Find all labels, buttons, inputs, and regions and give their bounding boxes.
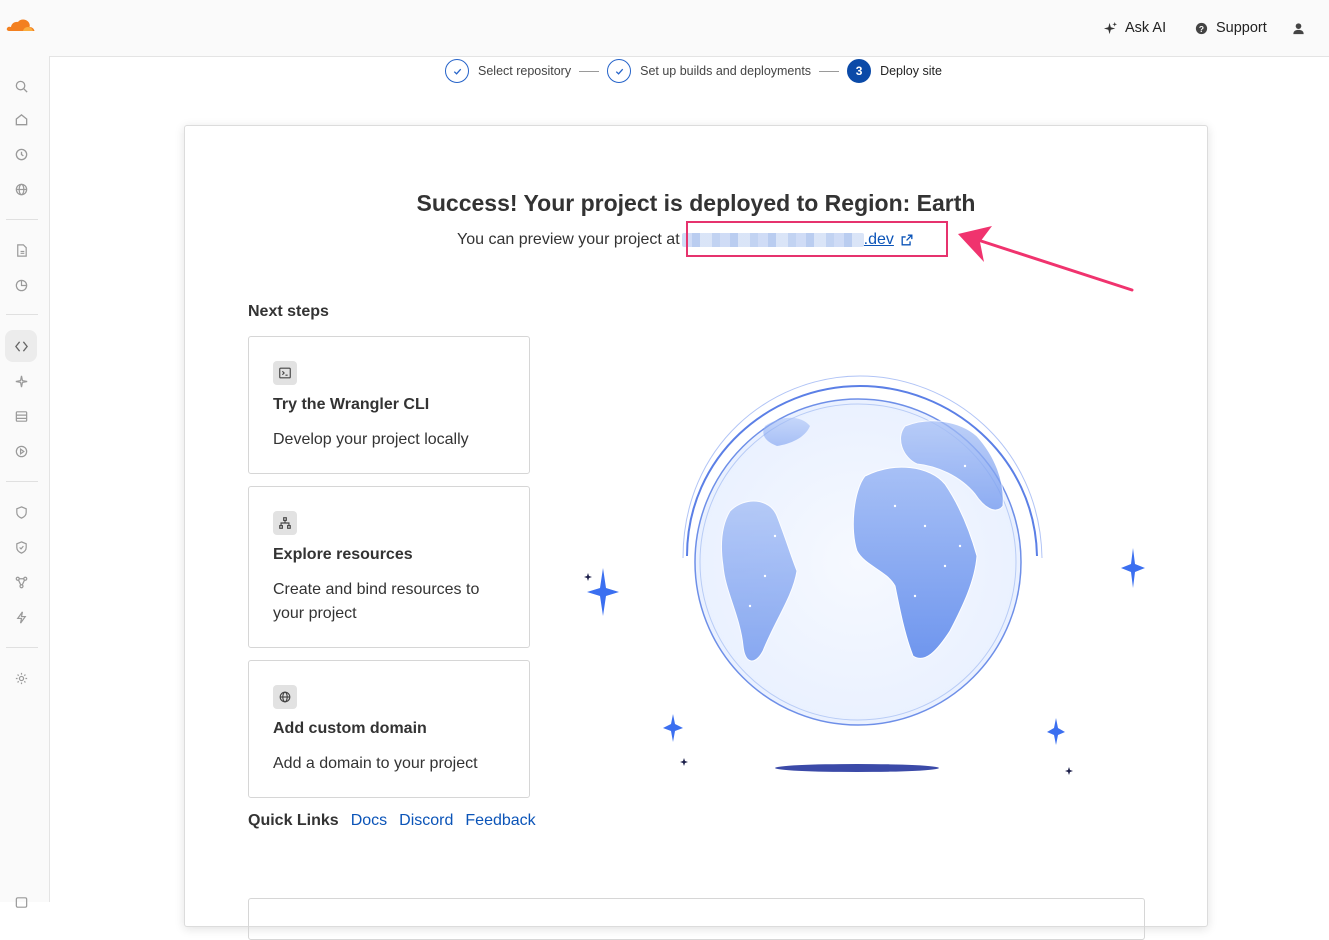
ask-ai-label: Ask AI [1125, 20, 1167, 36]
docs-link[interactable]: Docs [351, 812, 387, 830]
ai-sparkle-icon[interactable] [12, 372, 30, 390]
sparkle-icon [1103, 21, 1118, 36]
globe-icon [273, 685, 297, 709]
media-play-icon[interactable] [12, 442, 30, 460]
card-title: Try the Wrangler CLI [273, 396, 430, 413]
card-description: Add a domain to your project [273, 755, 478, 772]
collapse-sidebar-icon[interactable] [12, 893, 30, 911]
hierarchy-icon [273, 511, 297, 535]
step-connector [819, 70, 840, 72]
next-steps-heading: Next steps [248, 303, 329, 320]
card-title: Add custom domain [273, 720, 427, 737]
sidebar-divider [6, 314, 38, 315]
card-description: Create and bind resources to your projec… [273, 581, 480, 622]
svg-text:?: ? [1199, 23, 1204, 33]
sidebar-divider [6, 647, 38, 648]
step-setup-builds[interactable]: Set up builds and deployments [607, 59, 811, 83]
support-label: Support [1216, 20, 1267, 36]
shield-check-icon[interactable] [12, 538, 30, 556]
step-label: Deploy site [880, 64, 942, 78]
search-icon[interactable] [12, 77, 30, 95]
preview-prefix: You can preview your project at [457, 231, 680, 248]
step-label: Set up builds and deployments [640, 64, 812, 78]
deploy-stepper: Select repository Set up builds and depl… [445, 58, 942, 84]
cloudflare-logo-icon[interactable] [5, 14, 37, 36]
storage-icon[interactable] [12, 407, 30, 425]
globe-illustration [565, 366, 1165, 786]
explore-resources-card[interactable]: Explore resources Create and bind resour… [248, 486, 530, 648]
annotation-highlight-box [686, 221, 948, 257]
check-icon [445, 59, 469, 83]
wrangler-cli-card[interactable]: Try the Wrangler CLI Develop your projec… [248, 336, 530, 474]
discord-link[interactable]: Discord [399, 812, 453, 830]
help-icon: ? [1194, 21, 1209, 36]
settings-icon[interactable] [12, 669, 30, 687]
globe-icon[interactable] [12, 180, 30, 198]
ask-ai-button[interactable]: Ask AI [1103, 18, 1166, 38]
quick-links: Quick Links Docs Discord Feedback [248, 812, 536, 830]
bolt-icon[interactable] [12, 608, 30, 626]
sidebar-divider [6, 219, 38, 220]
support-button[interactable]: ? Support [1194, 18, 1267, 38]
feedback-link[interactable]: Feedback [465, 812, 535, 830]
step-number-badge: 3 [847, 59, 872, 83]
bottom-section-box [248, 898, 1145, 940]
custom-domain-card[interactable]: Add custom domain Add a domain to your p… [248, 660, 530, 798]
network-icon[interactable] [12, 573, 30, 591]
page-title: Success! Your project is deployed to Reg… [416, 190, 976, 216]
history-icon[interactable] [12, 145, 30, 163]
card-title: Explore resources [273, 546, 413, 563]
home-icon[interactable] [12, 110, 30, 128]
quick-links-label: Quick Links [248, 812, 339, 829]
sidebar [0, 0, 50, 908]
shield-icon[interactable] [12, 503, 30, 521]
user-icon [1291, 21, 1306, 36]
step-label: Select repository [478, 64, 572, 78]
card-description: Develop your project locally [273, 431, 469, 448]
terminal-icon [273, 361, 297, 385]
step-select-repository[interactable]: Select repository [445, 59, 571, 83]
chart-pie-icon[interactable] [12, 276, 30, 294]
sidebar-divider [6, 481, 38, 482]
annotation-arrow-icon [958, 226, 1134, 292]
user-menu-button[interactable] [1291, 18, 1306, 38]
step-deploy-site: 3 Deploy site [847, 59, 942, 83]
top-bar: Ask AI ? Support [49, 0, 1329, 57]
code-icon[interactable] [12, 337, 30, 355]
step-connector [579, 70, 600, 72]
check-icon [607, 59, 632, 83]
document-icon[interactable] [12, 241, 30, 259]
